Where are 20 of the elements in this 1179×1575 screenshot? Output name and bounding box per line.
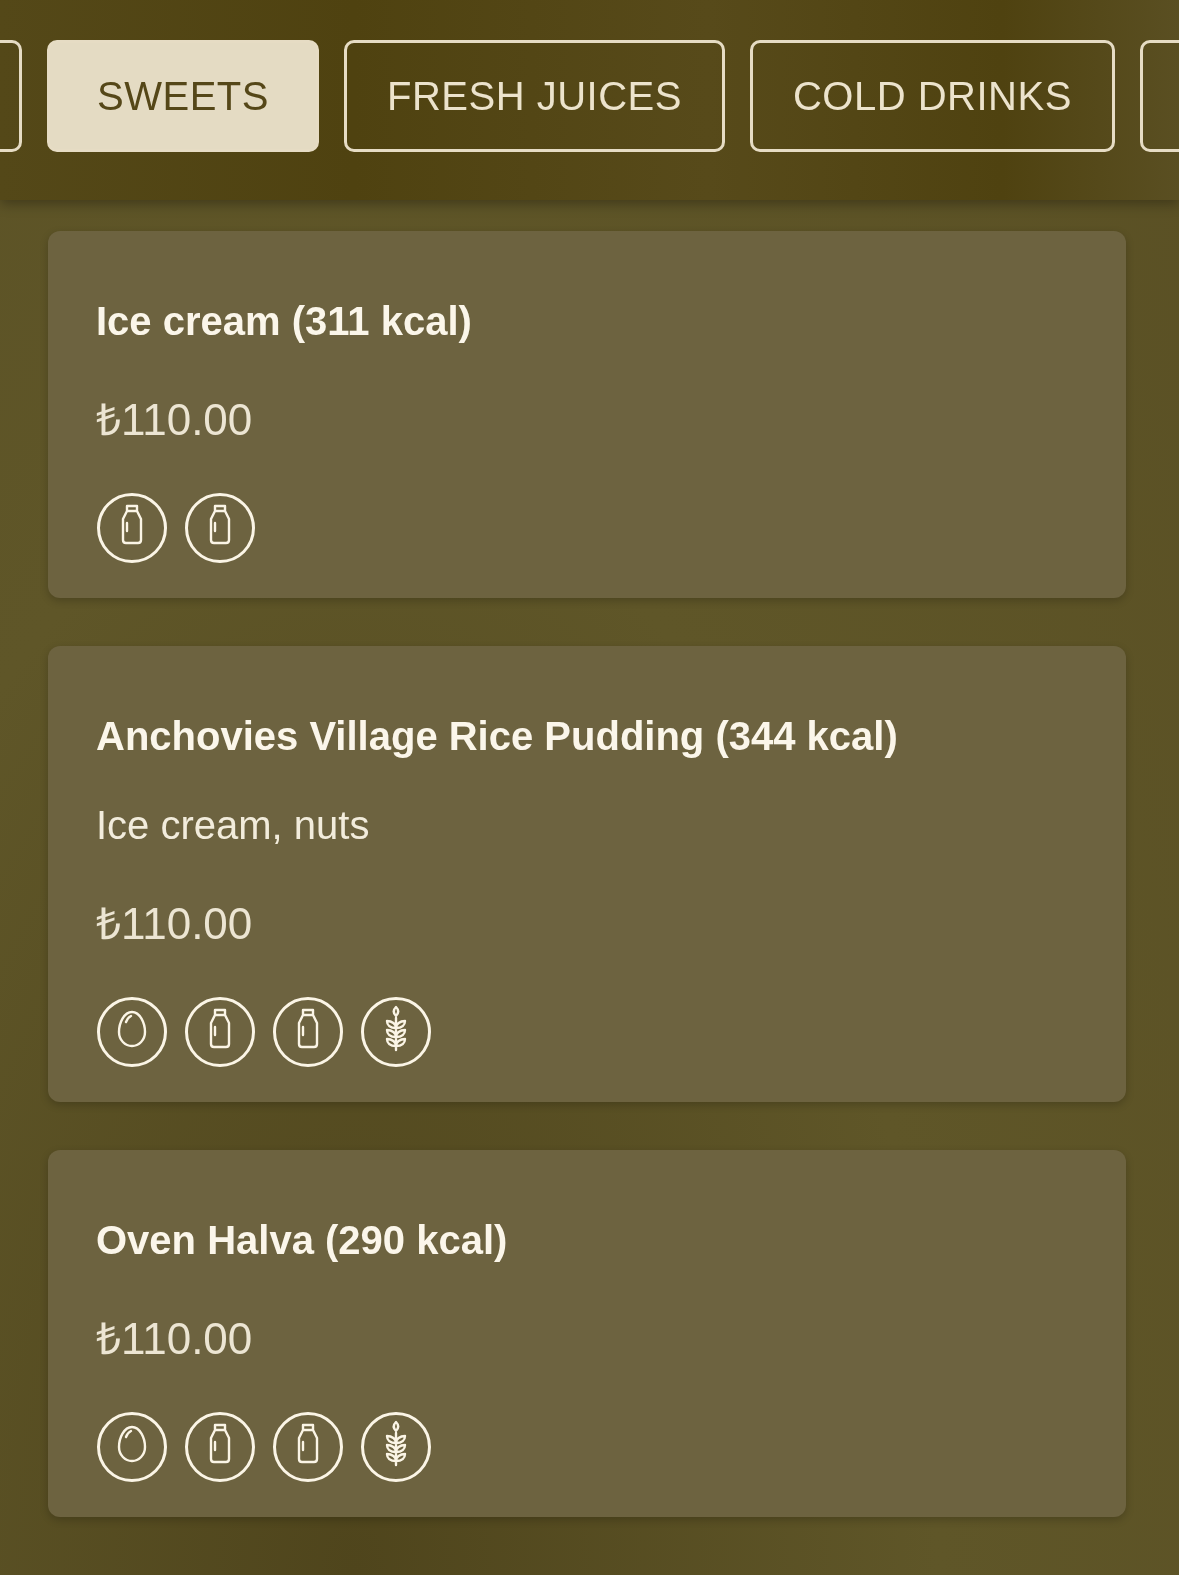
egg-icon bbox=[96, 996, 168, 1068]
item-price: ₺110.00 bbox=[96, 394, 254, 446]
item-title: Oven Halva (290 kcal) bbox=[96, 1218, 509, 1263]
milk-bottle-icon bbox=[184, 996, 256, 1068]
item-price: ₺110.00 bbox=[96, 898, 254, 950]
milk-bottle-icon bbox=[96, 492, 168, 564]
category-tab[interactable]: SWEETS bbox=[47, 40, 319, 152]
milk-bottle-icon bbox=[184, 492, 256, 564]
category-tab[interactable]: FRESH JUICES bbox=[344, 40, 725, 152]
milk-bottle-icon bbox=[272, 996, 344, 1068]
wheat-icon bbox=[360, 1411, 432, 1483]
item-title: Anchovies Village Rice Pudding (344 kcal) bbox=[96, 714, 899, 759]
egg-icon bbox=[96, 1411, 168, 1483]
item-title: Ice cream (311 kcal) bbox=[96, 299, 473, 344]
milk-bottle-icon bbox=[184, 1411, 256, 1483]
category-tab[interactable]: COLD DRINKS bbox=[749, 40, 1115, 152]
item-price: ₺110.00 bbox=[96, 1313, 254, 1365]
milk-bottle-icon bbox=[272, 1411, 344, 1483]
item-description: Ice cream, nuts bbox=[96, 803, 371, 848]
wheat-icon bbox=[360, 996, 432, 1068]
